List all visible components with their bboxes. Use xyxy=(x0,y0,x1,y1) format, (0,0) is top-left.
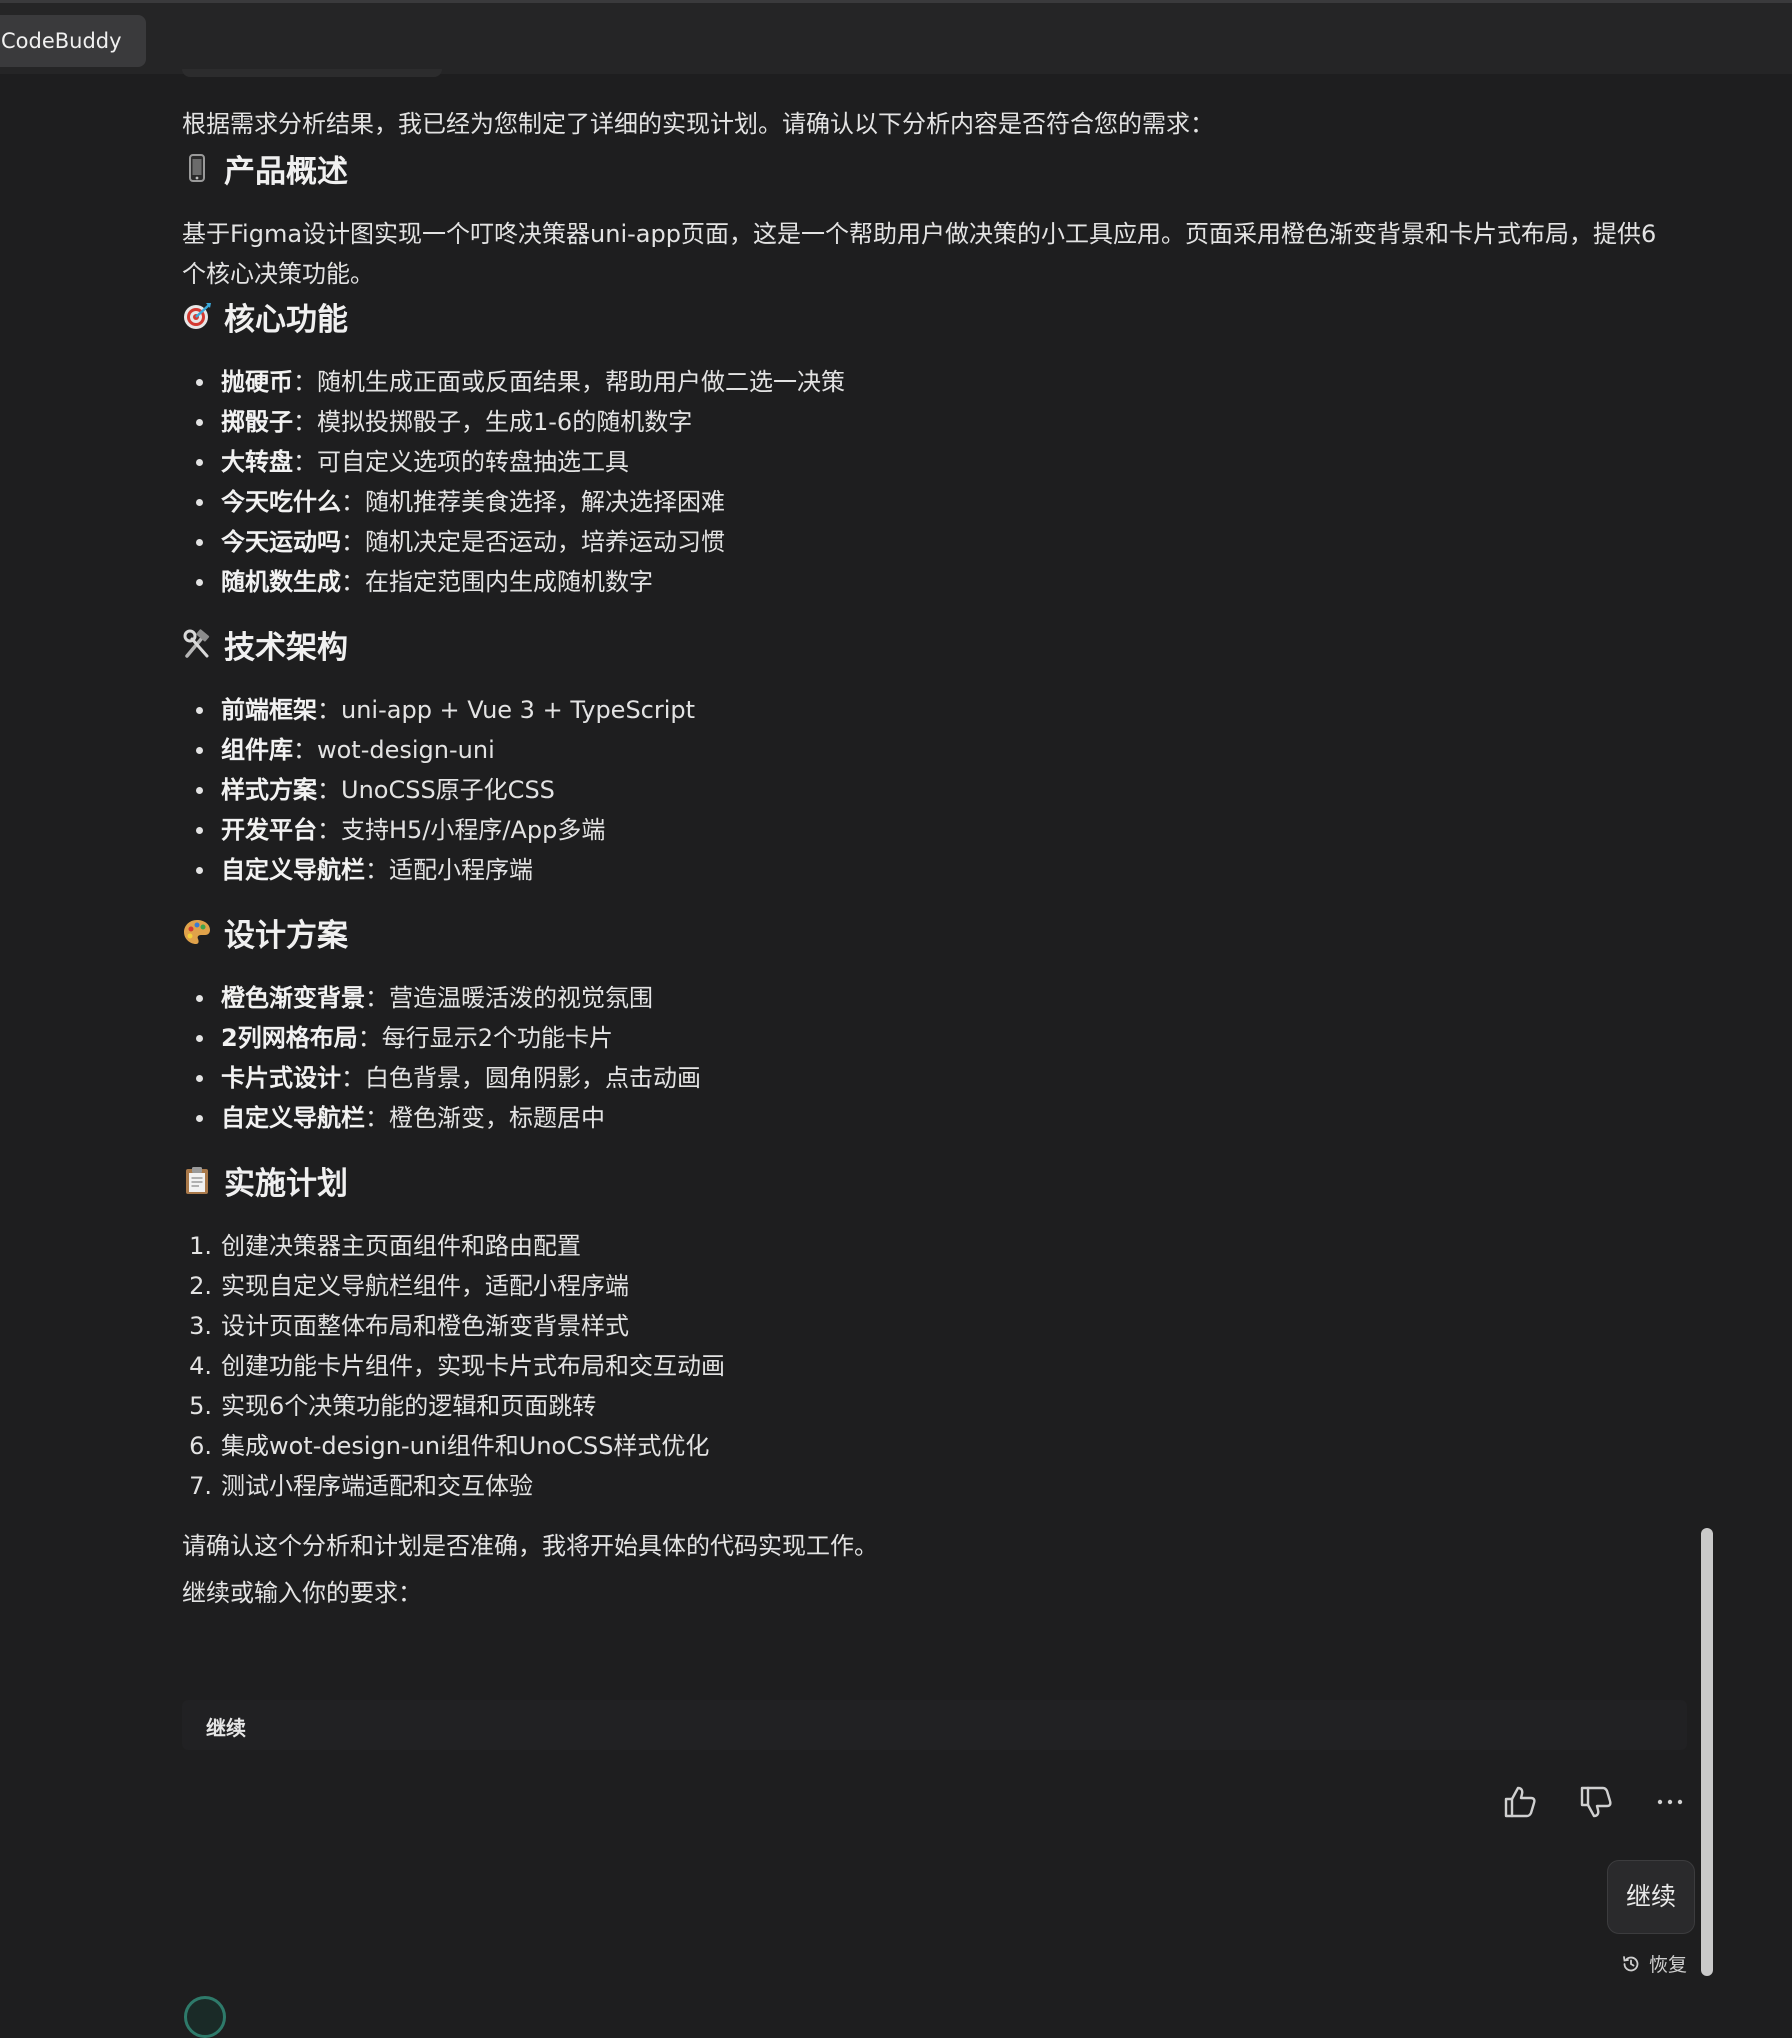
list-item: 掷骰子：模拟投掷骰子，生成1-6的随机数字 xyxy=(182,402,1662,442)
section-heading-features: 核心功能 xyxy=(182,296,1662,338)
features-list: 抛硬币：随机生成正面或反面结果，帮助用户做二选一决策 掷骰子：模拟投掷骰子，生成… xyxy=(182,362,1662,602)
list-item: 卡片式设计：白色背景，圆角阴影，点击动画 xyxy=(182,1058,1662,1098)
list-item: 组件库：wot-design-uni xyxy=(182,730,1662,770)
section-title: 技术架构 xyxy=(224,629,348,666)
section-heading-plan: 实施计划 xyxy=(182,1160,1662,1202)
continue-option[interactable]: 继续 xyxy=(182,1700,1687,1750)
design-list: 橙色渐变背景：营造温暖活泼的视觉氛围 2列网格布局：每行显示2个功能卡片 卡片式… xyxy=(182,978,1662,1138)
section-title: 产品概述 xyxy=(224,153,348,190)
top-bar: CodeBuddy xyxy=(0,0,1792,77)
more-horizontal-icon[interactable] xyxy=(1650,1782,1690,1822)
list-item: 6. 集成wot-design-uni组件和UnoCSS样式优化 xyxy=(189,1432,710,1460)
list-item: 3. 设计页面整体布局和橙色渐变背景样式 xyxy=(189,1312,629,1340)
restore-button[interactable]: 恢复 xyxy=(1621,1950,1687,1977)
avatar xyxy=(184,1996,226,2038)
list-item: 今天吃什么：随机推荐美食选择，解决选择困难 xyxy=(182,482,1662,522)
list-item: 橙色渐变背景：营造温暖活泼的视觉氛围 xyxy=(182,978,1662,1018)
overview-text: 基于Figma设计图实现一个叮咚决策器uni-app页面，这是一个帮助用户做决策… xyxy=(182,220,1657,288)
previous-message-edge xyxy=(182,69,442,77)
palette-icon xyxy=(182,917,212,947)
list-item: 5. 实现6个决策功能的逻辑和页面跳转 xyxy=(189,1392,597,1420)
mobile-phone-icon xyxy=(182,153,212,183)
user-message-bubble[interactable]: 继续 xyxy=(1607,1860,1695,1934)
restore-label: 恢复 xyxy=(1649,1954,1688,1976)
section-heading-overview: 产品概述 xyxy=(182,148,1662,190)
list-item: 7. 测试小程序端适配和交互体验 xyxy=(189,1472,533,1500)
thumbs-up-icon[interactable] xyxy=(1500,1782,1540,1822)
list-item: 1. 创建决策器主页面组件和路由配置 xyxy=(189,1232,581,1260)
history-icon xyxy=(1621,1954,1641,1974)
list-item: 自定义导航栏：适配小程序端 xyxy=(182,850,1662,890)
list-item: 自定义导航栏：橙色渐变，标题居中 xyxy=(182,1098,1662,1138)
confirm-text: 请确认这个分析和计划是否准确，我将开始具体的代码实现工作。 xyxy=(182,1532,878,1560)
list-item: 抛硬币：随机生成正面或反面结果，帮助用户做二选一决策 xyxy=(182,362,1662,402)
section-heading-tech: 技术架构 xyxy=(182,624,1662,666)
hammer-wrench-icon xyxy=(182,629,212,659)
target-icon xyxy=(182,301,212,331)
message-intro: 根据需求分析结果，我已经为您制定了详细的实现计划。请确认以下分析内容是否符合您的… xyxy=(182,110,1214,138)
list-item: 今天运动吗：随机决定是否运动，培养运动习惯 xyxy=(182,522,1662,562)
tech-list: 前端框架：uni-app + Vue 3 + TypeScript 组件库：wo… xyxy=(182,690,1662,890)
list-item: 前端框架：uni-app + Vue 3 + TypeScript xyxy=(182,690,1662,730)
list-item: 2列网格布局：每行显示2个功能卡片 xyxy=(182,1018,1662,1058)
list-item: 开发平台：支持H5/小程序/App多端 xyxy=(182,810,1662,850)
clipboard-icon xyxy=(182,1165,212,1195)
list-item: 大转盘：可自定义选项的转盘抽选工具 xyxy=(182,442,1662,482)
list-item: 样式方案：UnoCSS原子化CSS xyxy=(182,770,1662,810)
list-item: 4. 创建功能卡片组件，实现卡片式布局和交互动画 xyxy=(189,1352,725,1380)
section-title: 设计方案 xyxy=(224,917,348,954)
section-heading-design: 设计方案 xyxy=(182,912,1662,954)
continue-option-label: 继续 xyxy=(206,1716,246,1740)
plan-steps: 1. 创建决策器主页面组件和路由配置 2. 实现自定义导航栏组件，适配小程序端 3.… xyxy=(182,1226,1662,1506)
section-title: 实施计划 xyxy=(224,1165,348,1202)
section-title: 核心功能 xyxy=(224,301,348,338)
assistant-message: 根据需求分析结果，我已经为您制定了详细的实现计划。请确认以下分析内容是否符合您的… xyxy=(182,100,1662,1613)
list-item: 随机数生成：在指定范围内生成随机数字 xyxy=(182,562,1662,602)
list-item: 2. 实现自定义导航栏组件，适配小程序端 xyxy=(189,1272,629,1300)
app-tab[interactable]: CodeBuddy xyxy=(0,15,146,67)
prompt-text: 继续或输入你的要求： xyxy=(182,1579,422,1607)
thumbs-down-icon[interactable] xyxy=(1576,1782,1616,1822)
scrollbar[interactable] xyxy=(1701,1528,1713,1976)
